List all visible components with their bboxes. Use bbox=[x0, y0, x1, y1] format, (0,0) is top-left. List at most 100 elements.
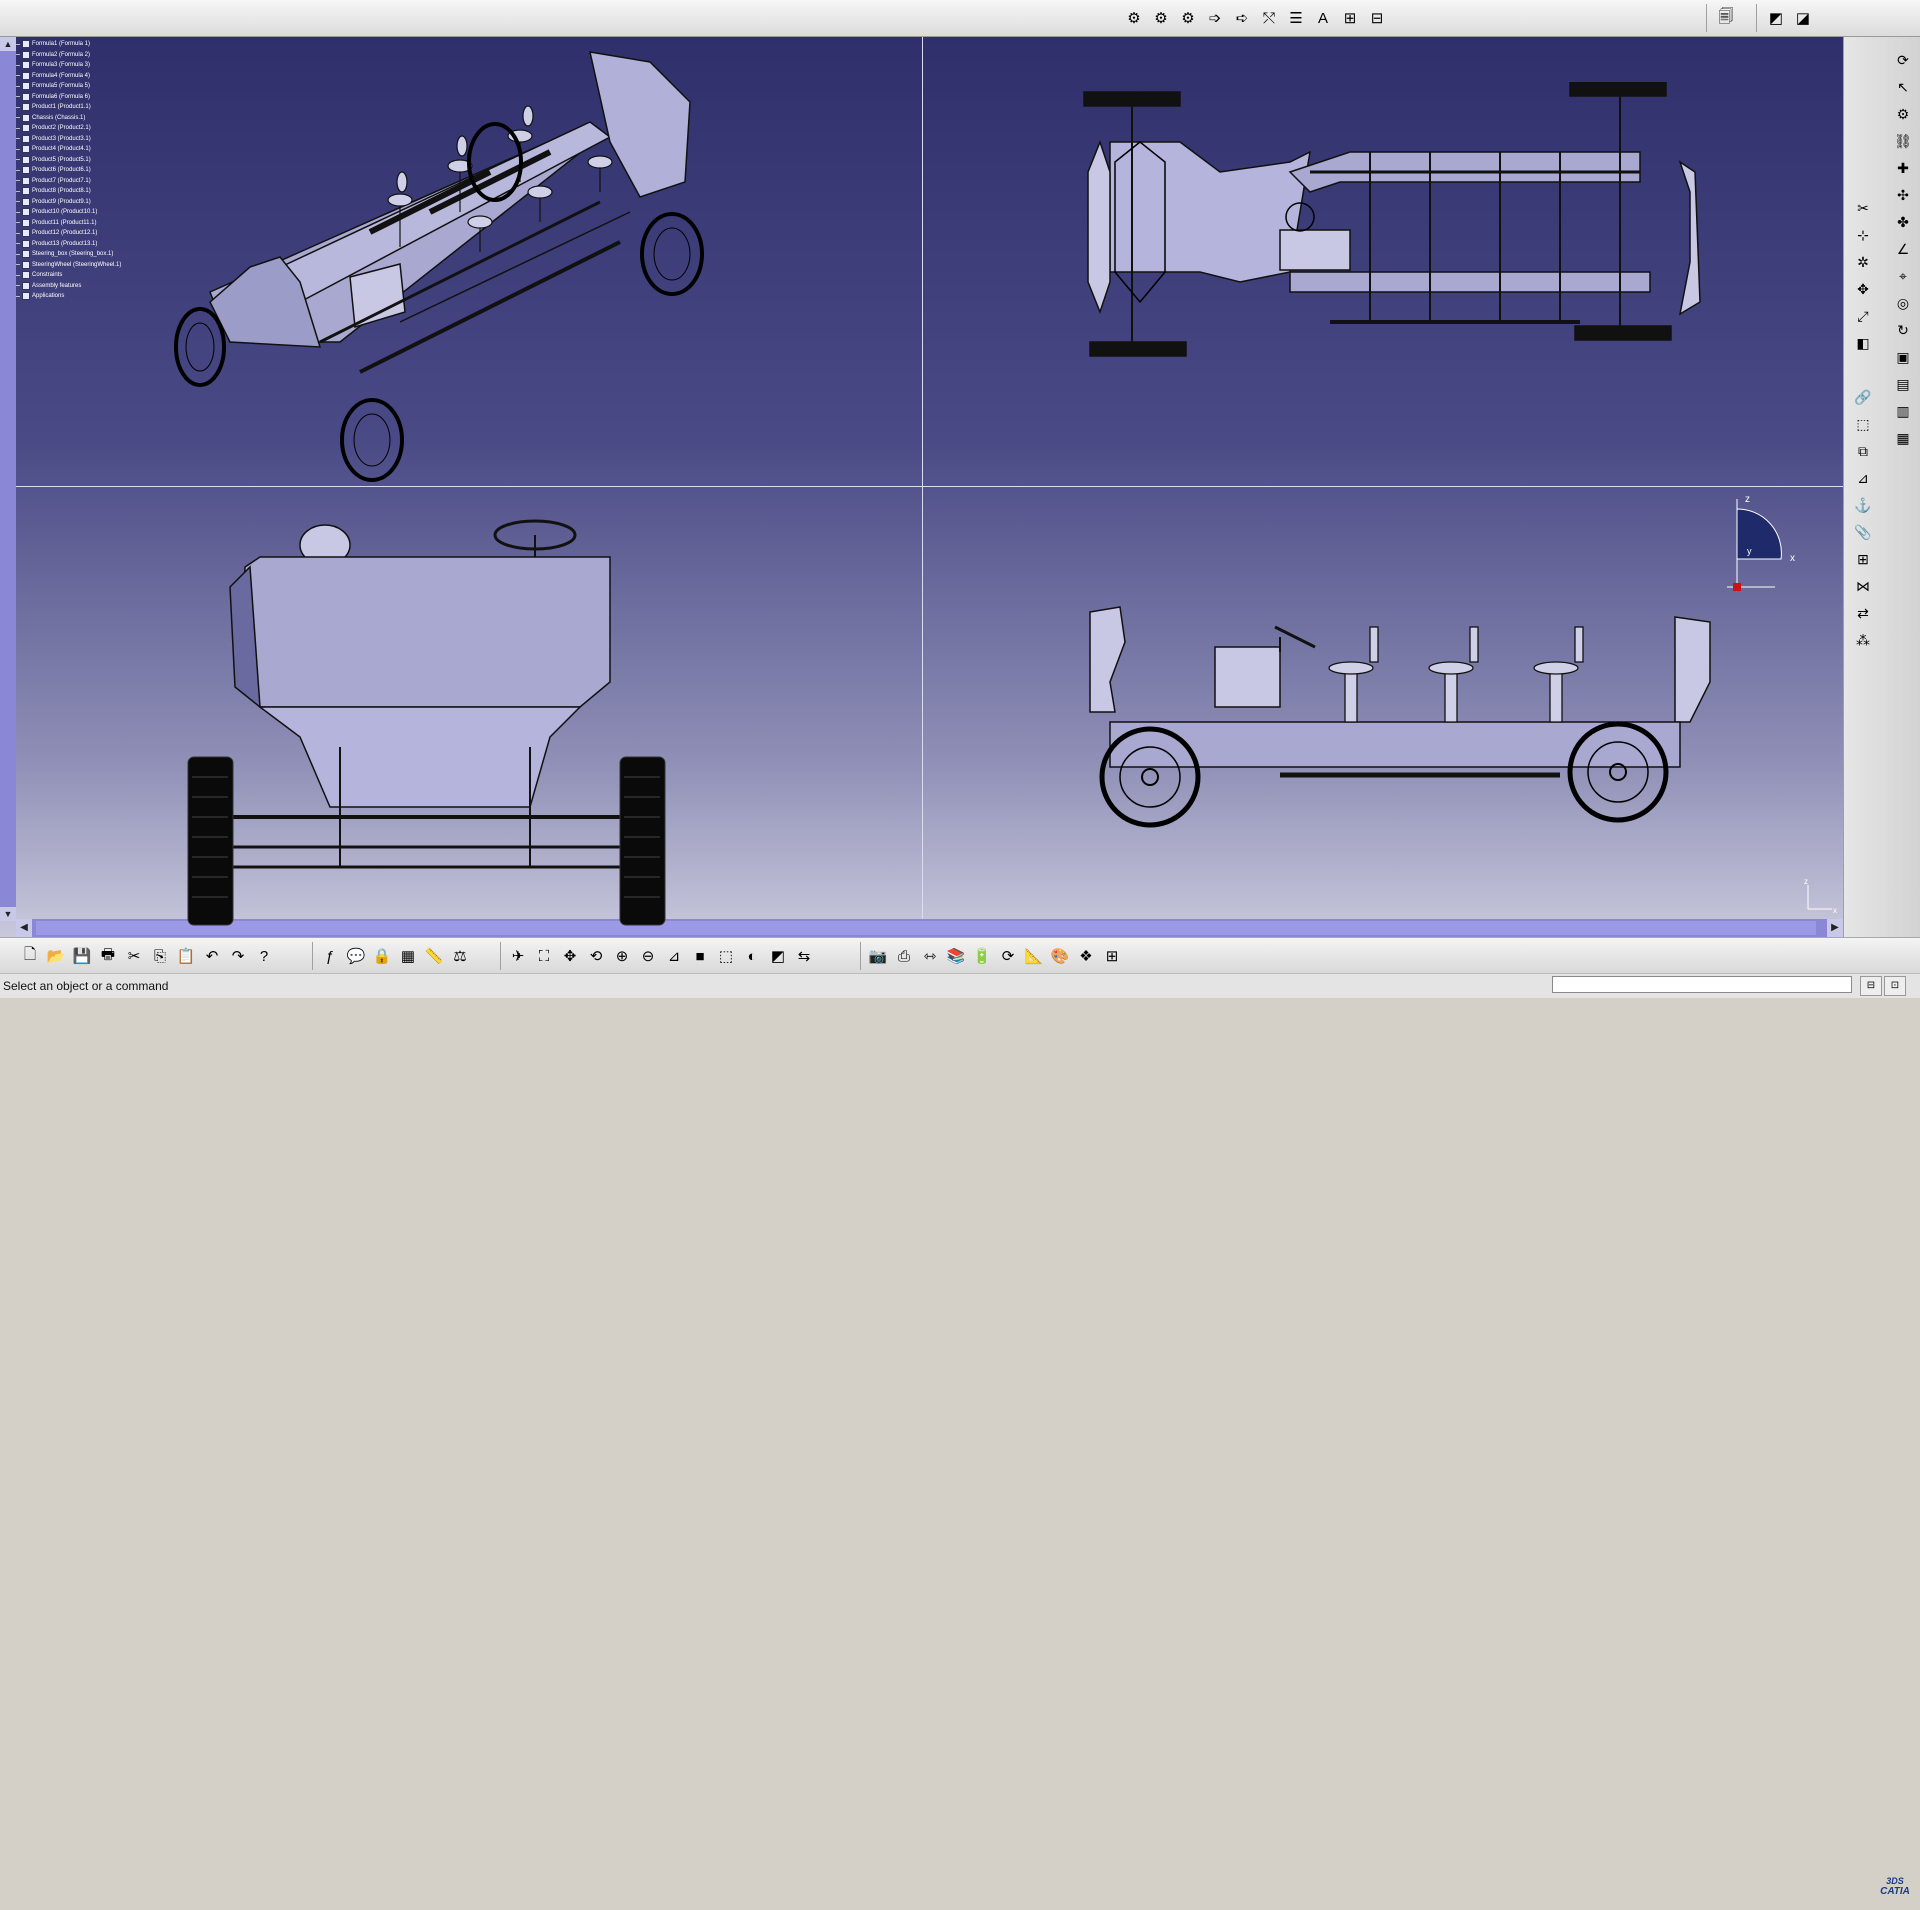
redo-icon[interactable]: ↷ bbox=[226, 944, 250, 968]
part-icon[interactable]: ▤ bbox=[1892, 373, 1914, 395]
camera-icon[interactable]: 📷 bbox=[866, 944, 890, 968]
tree-item[interactable]: Formula1 (Formula 1) bbox=[16, 39, 156, 50]
product-icon[interactable]: ▥ bbox=[1892, 400, 1914, 422]
component-icon[interactable]: ▣ bbox=[1892, 346, 1914, 368]
tree-item[interactable]: Product4 (Product4.1) bbox=[16, 144, 156, 155]
offset-icon[interactable]: ✤ bbox=[1892, 211, 1914, 233]
3d-viewport[interactable]: ▲ ▼ ◀ ▶ Formula1 (Formula 1) Formula2 (F… bbox=[0, 37, 1843, 937]
gear-icon[interactable]: ⚙ bbox=[1122, 6, 1146, 30]
print-icon[interactable]: 🖶 bbox=[96, 944, 120, 968]
link-icon[interactable]: 🔗 bbox=[1852, 386, 1874, 408]
shading-icon[interactable]: ◐ bbox=[740, 944, 764, 968]
scroll-down-icon[interactable]: ▼ bbox=[0, 907, 16, 921]
inertia-icon[interactable]: ⚖ bbox=[448, 944, 472, 968]
gear-icon[interactable]: ⚙ bbox=[1176, 6, 1200, 30]
clash-icon[interactable]: ✲ bbox=[1852, 251, 1874, 273]
list-icon[interactable]: ☰ bbox=[1284, 6, 1308, 30]
grid-icon[interactable]: ⊞ bbox=[1100, 944, 1124, 968]
lock-icon[interactable]: 🔒 bbox=[370, 944, 394, 968]
view-right-icon[interactable]: ◪ bbox=[1791, 6, 1815, 30]
tree-item[interactable]: Product8 (Product8.1) bbox=[16, 186, 156, 197]
arrow-right-icon[interactable]: ➪ bbox=[1230, 6, 1254, 30]
tree-item[interactable]: Formula6 (Formula 6) bbox=[16, 92, 156, 103]
copy-icon[interactable]: ⎘ bbox=[148, 944, 172, 968]
text-icon[interactable]: A bbox=[1311, 6, 1335, 30]
view-left-icon[interactable]: ◩ bbox=[1764, 6, 1788, 30]
contact-icon[interactable]: ⌖ bbox=[1892, 265, 1914, 287]
tree-item[interactable]: Product1 (Product1.1) bbox=[16, 102, 156, 113]
iso-view-chassis[interactable] bbox=[170, 42, 730, 482]
undo-icon[interactable]: ↶ bbox=[200, 944, 224, 968]
fix-icon[interactable]: ✣ bbox=[1892, 184, 1914, 206]
paperclip-icon[interactable]: 📎 bbox=[1852, 521, 1874, 543]
tree-item[interactable]: Steering_box (Steering_box.1) bbox=[16, 249, 156, 260]
tree-item[interactable]: Product9 (Product9.1) bbox=[16, 197, 156, 208]
constraint-icon[interactable]: ⛓ bbox=[1892, 130, 1914, 152]
grid-icon[interactable]: ⊞ bbox=[1852, 548, 1874, 570]
table-icon[interactable]: ▦ bbox=[396, 944, 420, 968]
tree-item[interactable]: Formula3 (Formula 3) bbox=[16, 60, 156, 71]
sync-icon[interactable]: ⇄ bbox=[1852, 602, 1874, 624]
measure-icon[interactable]: 📏 bbox=[422, 944, 446, 968]
update-icon[interactable]: ↻ bbox=[1892, 319, 1914, 341]
rotate-icon[interactable]: ⟲ bbox=[584, 944, 608, 968]
arrow-right-icon[interactable]: ➩ bbox=[1203, 6, 1227, 30]
tree-item[interactable]: Product5 (Product5.1) bbox=[16, 155, 156, 166]
explode-icon[interactable]: ⊹ bbox=[1852, 224, 1874, 246]
new-icon[interactable]: 🗋 bbox=[18, 944, 42, 968]
tree-item[interactable]: Product13 (Product13.1) bbox=[16, 239, 156, 250]
command-input[interactable] bbox=[1552, 976, 1852, 993]
cube-icon[interactable]: ■ bbox=[688, 944, 712, 968]
status-button-2[interactable]: ⊡ bbox=[1884, 976, 1906, 996]
capture-icon[interactable]: ⎙ bbox=[892, 944, 916, 968]
swap-icon[interactable]: ⇆ bbox=[792, 944, 816, 968]
snap-icon[interactable]: ⤢ bbox=[1852, 305, 1874, 327]
tree-expand-icon[interactable]: ⊟ bbox=[1365, 6, 1389, 30]
tree-item[interactable]: Product12 (Product12.1) bbox=[16, 228, 156, 239]
coincidence-icon[interactable]: ◎ bbox=[1892, 292, 1914, 314]
existing-component-icon[interactable]: ▦ bbox=[1892, 427, 1914, 449]
save-icon[interactable]: 💾 bbox=[70, 944, 94, 968]
bookmark-icon[interactable]: 🗐 bbox=[1714, 6, 1738, 30]
color-icon[interactable]: 🎨 bbox=[1048, 944, 1072, 968]
tree-item[interactable]: Assembly features bbox=[16, 281, 156, 292]
tree-item[interactable]: Product6 (Product6.1) bbox=[16, 165, 156, 176]
zoom-in-icon[interactable]: ⊕ bbox=[610, 944, 634, 968]
material-icon[interactable]: ❖ bbox=[1074, 944, 1098, 968]
scroll-right-icon[interactable]: ▶ bbox=[1827, 919, 1843, 937]
vertical-scrollbar[interactable]: ▲ ▼ bbox=[0, 37, 16, 921]
tree-item[interactable]: Formula4 (Formula 4) bbox=[16, 71, 156, 82]
dimension-icon[interactable]: ⇿ bbox=[918, 944, 942, 968]
rotate-icon[interactable]: ⟳ bbox=[1892, 49, 1914, 71]
iso-view-icon[interactable]: ⬚ bbox=[714, 944, 738, 968]
tree-item[interactable]: Product7 (Product7.1) bbox=[16, 176, 156, 187]
scene-icon[interactable]: ⧉ bbox=[1852, 440, 1874, 462]
move-icon[interactable]: ✥ bbox=[1852, 278, 1874, 300]
rule-icon[interactable]: 📐 bbox=[1022, 944, 1046, 968]
box-icon[interactable]: ⬚ bbox=[1852, 413, 1874, 435]
zoom-out-icon[interactable]: ⊖ bbox=[636, 944, 660, 968]
refresh-icon[interactable]: ⟳ bbox=[996, 944, 1020, 968]
front-view-chassis[interactable] bbox=[180, 507, 680, 927]
scroll-up-icon[interactable]: ▲ bbox=[0, 37, 16, 51]
split-icon[interactable]: ⤲ bbox=[1257, 6, 1281, 30]
gear-icon[interactable]: ⚙ bbox=[1149, 6, 1173, 30]
tree-icon[interactable]: ⊞ bbox=[1338, 6, 1362, 30]
hide-show-icon[interactable]: ◩ bbox=[766, 944, 790, 968]
normal-view-icon[interactable]: ⊿ bbox=[662, 944, 686, 968]
wire-icon[interactable]: ⋈ bbox=[1852, 575, 1874, 597]
tree-item[interactable]: Constraints bbox=[16, 270, 156, 281]
snap-icon[interactable]: ✚ bbox=[1892, 157, 1914, 179]
tree-item[interactable]: Formula2 (Formula 2) bbox=[16, 50, 156, 61]
network-icon[interactable]: ⁂ bbox=[1852, 629, 1874, 651]
scroll-left-icon[interactable]: ◀ bbox=[16, 919, 32, 937]
fly-icon[interactable]: ✈ bbox=[506, 944, 530, 968]
tree-item[interactable]: Formula5 (Formula 5) bbox=[16, 81, 156, 92]
top-view-chassis[interactable] bbox=[1080, 82, 1720, 362]
cut-icon[interactable]: ✂ bbox=[122, 944, 146, 968]
angle-icon[interactable]: ∠ bbox=[1892, 238, 1914, 260]
measure-icon[interactable]: ⊿ bbox=[1852, 467, 1874, 489]
section-icon[interactable]: ◧ bbox=[1852, 332, 1874, 354]
side-view-chassis[interactable] bbox=[1080, 572, 1720, 832]
formula-icon[interactable]: ƒ bbox=[318, 944, 342, 968]
